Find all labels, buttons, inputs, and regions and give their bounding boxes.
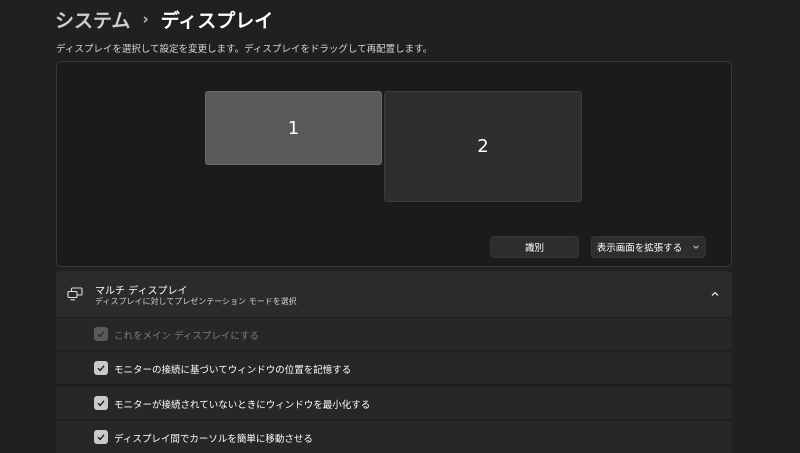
option-cursor-movement: ディスプレイ間でカーソルを簡単に移動させる: [56, 420, 732, 453]
main-display-checkbox[interactable]: [94, 327, 108, 341]
page-instructions: ディスプレイを選択して設定を変更します。ディスプレイをドラッグして再配置します。: [56, 44, 433, 55]
remember-window-positions-label: モニターの接続に基づいてウィンドウの位置を記憶する: [114, 365, 352, 376]
chevron-up-icon: [711, 291, 719, 296]
breadcrumb-separator-icon: ›: [142, 10, 149, 28]
option-main-display: これをメイン ディスプレイにする: [56, 317, 732, 350]
identify-button-label: 識別: [524, 243, 544, 254]
breadcrumb-parent[interactable]: システム: [55, 6, 130, 33]
collapse-button[interactable]: [706, 285, 724, 303]
display-mode-selected: 表示画面を拡張する: [596, 243, 683, 254]
checkmark-icon: [97, 400, 105, 407]
multi-display-header[interactable]: マルチ ディスプレイ ディスプレイに対してプレゼンテーション モードを選択: [56, 271, 732, 317]
cursor-movement-label: ディスプレイ間でカーソルを簡単に移動させる: [114, 434, 313, 445]
multi-display-description: ディスプレイに対してプレゼンテーション モードを選択: [95, 297, 297, 306]
breadcrumb: システム › ディスプレイ: [55, 6, 273, 32]
option-minimize-windows: モニターが接続されていないときにウィンドウを最小化する: [56, 386, 732, 419]
multi-display-title: マルチ ディスプレイ: [95, 286, 188, 297]
monitor-1-tile[interactable]: 1: [205, 91, 382, 165]
chevron-down-icon: [693, 245, 699, 249]
main-display-label: これをメイン ディスプレイにする: [114, 331, 259, 342]
cursor-movement-checkbox[interactable]: [94, 430, 108, 444]
remember-window-positions-checkbox[interactable]: [94, 361, 108, 375]
display-mode-dropdown[interactable]: 表示画面を拡張する: [591, 236, 706, 258]
identify-button[interactable]: 識別: [490, 236, 579, 258]
minimize-windows-label: モニターが接続されていないときにウィンドウを最小化する: [114, 400, 371, 411]
monitor-2-tile[interactable]: 2: [384, 91, 582, 202]
checkmark-icon: [97, 365, 105, 372]
checkmark-icon: [97, 331, 105, 338]
checkmark-icon: [97, 434, 105, 441]
page-title: ディスプレイ: [160, 9, 274, 32]
display-arrangement-panel: 1 2 識別 表示画面を拡張する: [56, 61, 732, 267]
option-remember-window-positions: モニターの接続に基づいてウィンドウの位置を記憶する: [56, 351, 732, 384]
minimize-windows-checkbox[interactable]: [94, 396, 108, 410]
multi-monitor-icon: [67, 287, 83, 301]
